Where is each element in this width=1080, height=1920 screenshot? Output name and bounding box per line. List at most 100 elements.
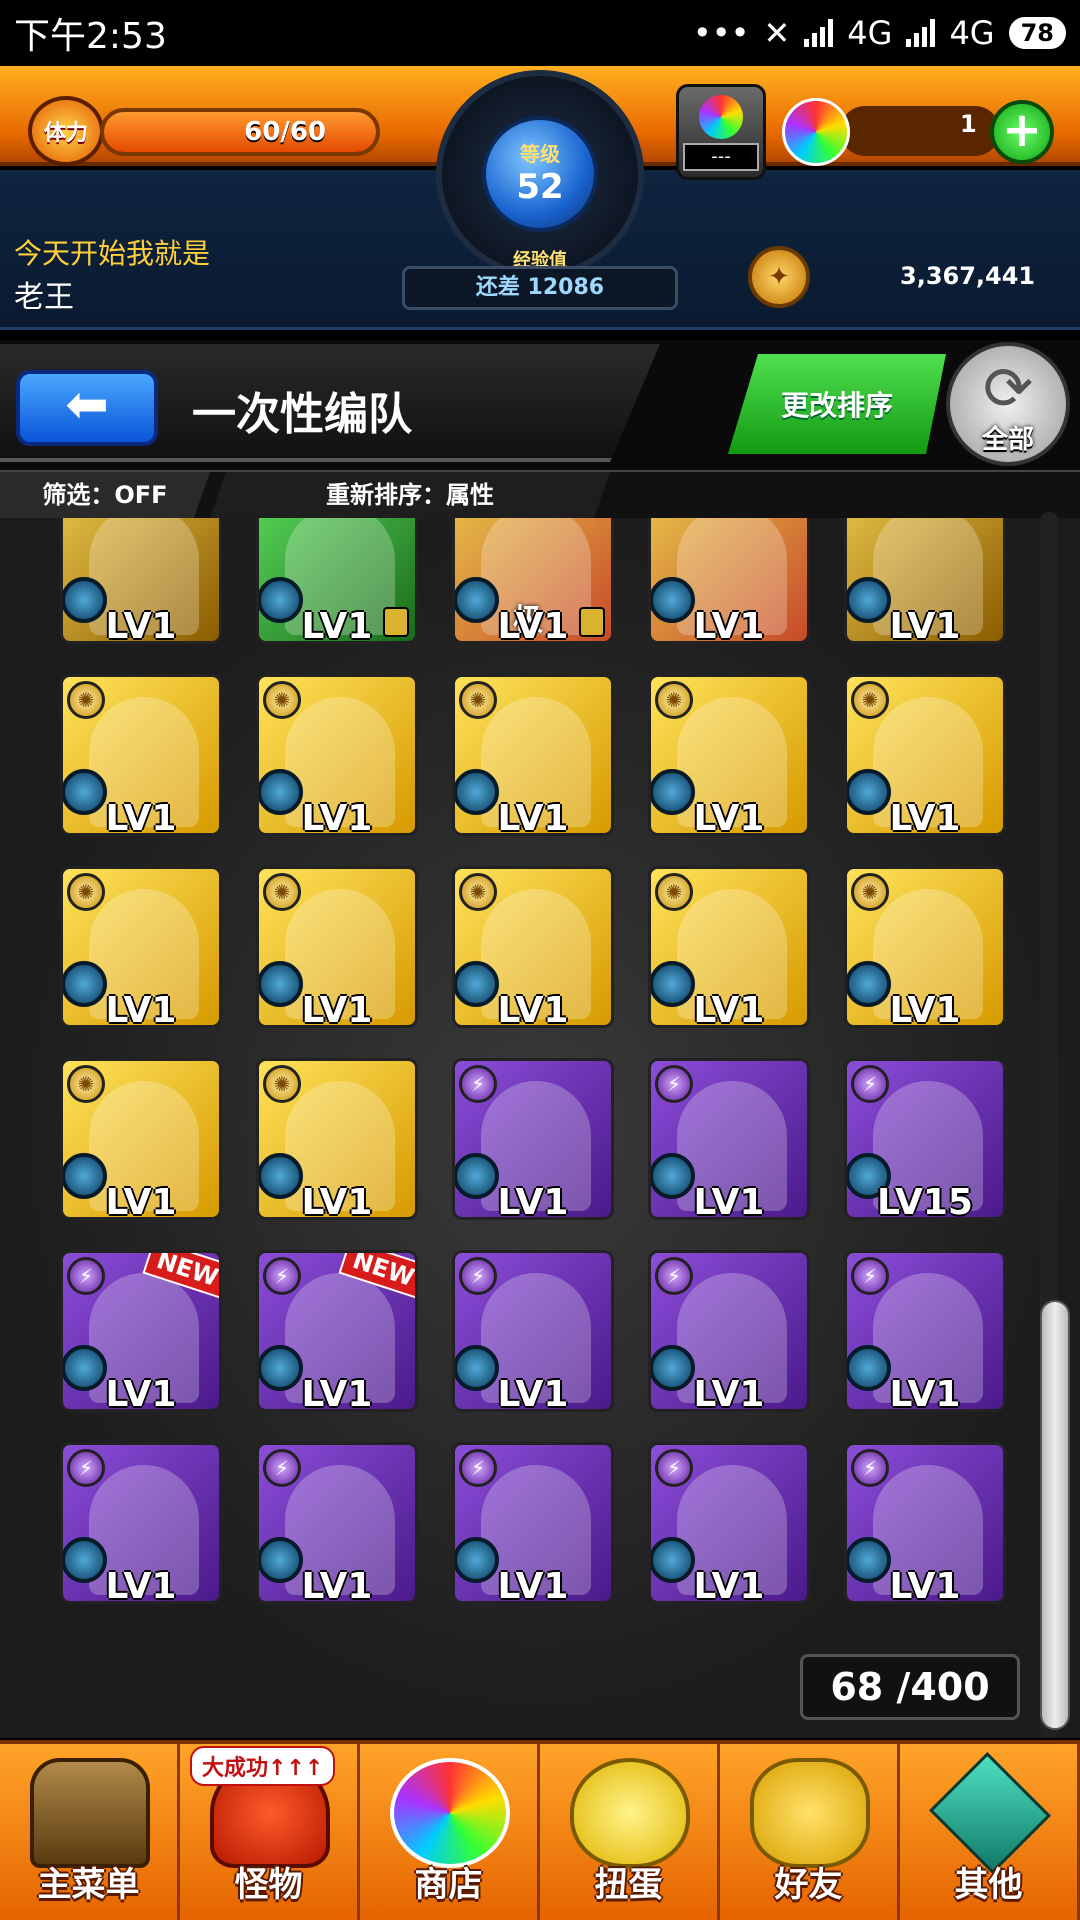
coin-amount: 3,367,441 (900, 262, 1036, 290)
monster-card[interactable]: ⚡ LV1 (256, 1442, 418, 1604)
orb-icon (782, 98, 850, 166)
filter-toggle[interactable]: 筛选：OFF (0, 472, 210, 518)
player-title: 今天开始我就是 (14, 237, 211, 270)
exp-remaining: 还差 12086 (402, 266, 678, 310)
dots-icon: ••• (692, 14, 750, 52)
scrollbar-thumb[interactable] (1040, 1300, 1070, 1730)
dark-element-icon: ⚡ (851, 1065, 889, 1103)
monster-card[interactable]: ✺ LV1 (60, 1058, 222, 1220)
dark-element-icon: ⚡ (851, 1257, 889, 1295)
dark-element-icon: ⚡ (851, 1449, 889, 1487)
monster-level: LV1 (693, 1374, 765, 1412)
monster-card[interactable]: ✺ LV1 (452, 674, 614, 836)
monster-level: LV1 (497, 990, 569, 1028)
sort-key[interactable]: 重新排序：属性 (210, 472, 610, 518)
orb-count: 1 (960, 110, 977, 138)
dark-element-icon: ⚡ (263, 1257, 301, 1295)
gacha-ball-icon (699, 95, 743, 139)
monster-level: LV1 (301, 1566, 373, 1604)
lock-icon (579, 607, 605, 637)
status-bar: 下午2:53 ••• ✕ 4G 4G 78 (0, 0, 1080, 66)
page-title: 一次性编队 (192, 389, 412, 440)
monster-level: LV1 (301, 798, 373, 836)
dark-element-icon: ⚡ (459, 1449, 497, 1487)
monster-level: LV1 (301, 1374, 373, 1412)
monster-level: LV1 (105, 1374, 177, 1412)
monster-card[interactable]: LV1 (256, 518, 418, 644)
mute-icon: ✕ (763, 14, 791, 52)
monster-card[interactable]: LV1 (60, 518, 222, 644)
monster-card[interactable]: ⚡ LV1 (452, 1058, 614, 1220)
monster-level: LV1 (693, 1182, 765, 1220)
monster-card[interactable]: ✺ LV1 (256, 1058, 418, 1220)
light-element-icon: ✺ (67, 1065, 105, 1103)
nav-other[interactable]: 其他 (900, 1744, 1080, 1920)
back-button[interactable]: ⬅ (16, 370, 158, 446)
filter-bar: 筛选：OFF 重新排序：属性 (0, 470, 1080, 518)
monster-card[interactable]: ⚡ LV1 NEW (60, 1250, 222, 1412)
light-element-icon: ✺ (263, 681, 301, 719)
monster-card[interactable]: ⚡ LV1 (648, 1250, 810, 1412)
monster-card[interactable]: ⚡ LV1 (844, 1250, 1006, 1412)
network-1: 4G (847, 14, 893, 52)
add-orb-button[interactable]: + (990, 100, 1054, 164)
monster-card[interactable]: ✺ LV1 (844, 674, 1006, 836)
light-element-icon: ✺ (851, 681, 889, 719)
signal-icon-2 (906, 19, 936, 47)
monster-card[interactable]: LV1 (648, 518, 810, 644)
change-sort-button[interactable]: 更改排序 (728, 354, 946, 454)
nav-label: 主菜单 (37, 1865, 140, 1905)
signal-icon (804, 19, 834, 47)
network-2: 4G (949, 14, 995, 52)
monster-card[interactable]: ✺ LV1 (648, 866, 810, 1028)
nav-label: 其他 (954, 1865, 1023, 1905)
monster-level: LV1 (889, 1374, 961, 1412)
light-element-icon: ✺ (655, 681, 693, 719)
nav-shop[interactable]: 商店 (360, 1744, 540, 1920)
monster-level: LV1 (497, 1374, 569, 1412)
monster-card[interactable]: ⚡ LV1 (844, 1442, 1006, 1604)
monster-card[interactable]: ✺ LV1 (60, 674, 222, 836)
light-element-icon: ✺ (263, 1065, 301, 1103)
stamina-icon: 体力 (28, 96, 104, 166)
monster-card[interactable]: ⚡ LV1 (60, 1442, 222, 1604)
dark-element-icon: ⚡ (263, 1449, 301, 1487)
monster-card[interactable]: 极 LV1 (452, 518, 614, 644)
nav-label: 怪物 (234, 1865, 303, 1905)
monster-card[interactable]: ✺ LV1 (60, 866, 222, 1028)
monster-card[interactable]: ⚡ LV1 NEW (256, 1250, 418, 1412)
title-bar: ⬅ 一次性编队 更改排序 ⟳ 全部 (0, 340, 1080, 470)
monster-card[interactable]: ✺ LV1 (648, 674, 810, 836)
monster-card[interactable]: ⚡ LV15 (844, 1058, 1006, 1220)
nav-friends[interactable]: 好友 (720, 1744, 900, 1920)
monster-card[interactable]: LV1 (844, 518, 1006, 644)
monster-level: LV1 (693, 990, 765, 1028)
all-button[interactable]: ⟳ 全部 (946, 342, 1070, 466)
nav-gacha[interactable]: 扭蛋 (540, 1744, 720, 1920)
light-element-icon: ✺ (459, 873, 497, 911)
bottom-nav: 主菜单 怪物 商店 扭蛋 好友 其他 (0, 1740, 1080, 1920)
monster-level: LV1 (889, 990, 961, 1028)
monster-level: LV1 (497, 1566, 569, 1604)
dark-element-icon: ⚡ (655, 1065, 693, 1103)
monster-card[interactable]: ⚡ LV1 (452, 1250, 614, 1412)
stamina-bar: 60/60 (100, 108, 380, 156)
clock: 下午2:53 (14, 16, 167, 57)
dark-element-icon: ⚡ (459, 1065, 497, 1103)
level-value: 52 (516, 167, 564, 207)
monster-card[interactable]: ⚡ LV1 (648, 1442, 810, 1604)
gacha-machine-icon[interactable]: --- (676, 84, 766, 180)
monster-card[interactable]: ⚡ LV1 (452, 1442, 614, 1604)
nav-main-menu[interactable]: 主菜单 (0, 1744, 180, 1920)
monster-card[interactable]: ⚡ LV1 (648, 1058, 810, 1220)
monster-card[interactable]: ✺ LV1 (256, 674, 418, 836)
egg-icon (570, 1758, 690, 1868)
nav-label: 扭蛋 (594, 1865, 663, 1905)
monster-card[interactable]: ✺ LV1 (844, 866, 1006, 1028)
monster-card[interactable]: ✺ LV1 (452, 866, 614, 1028)
level-label: 等级 (520, 142, 560, 166)
dark-element-icon: ⚡ (67, 1257, 105, 1295)
all-label: 全部 (981, 425, 1034, 455)
monster-card[interactable]: ✺ LV1 (256, 866, 418, 1028)
monster-level: LV1 (693, 606, 765, 644)
